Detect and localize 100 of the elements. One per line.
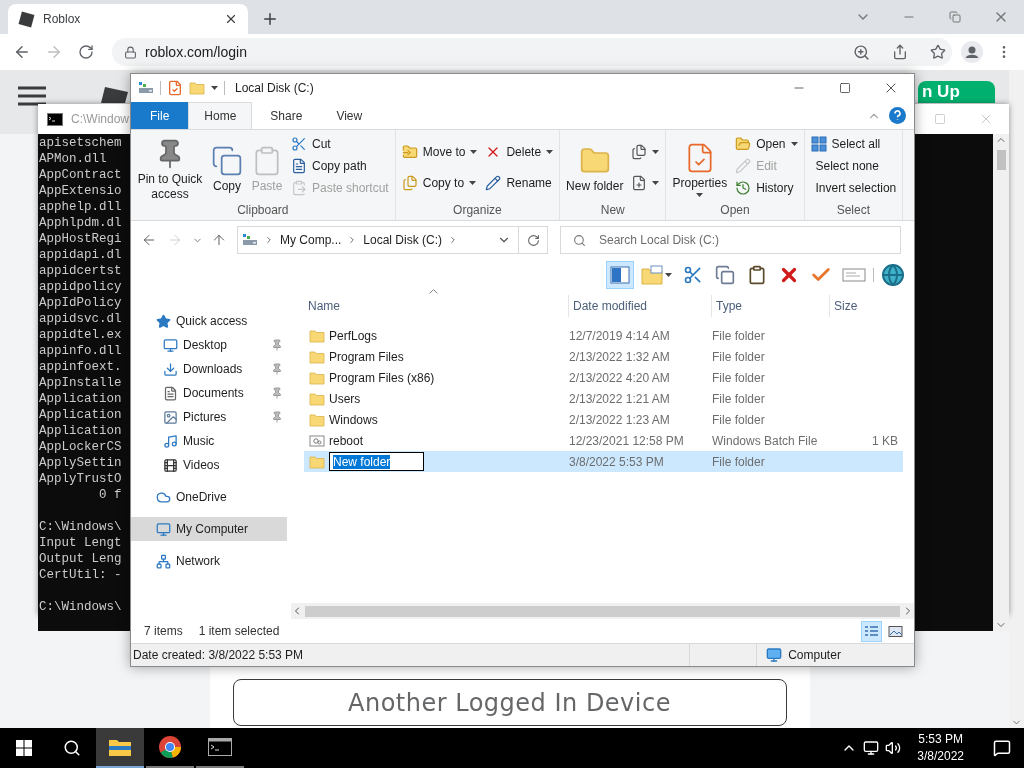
date-cell-text: 12/23/2021 12:58 PM (568, 433, 685, 448)
date-cell-text: 2/13/2022 4:20 AM (568, 370, 671, 385)
ribbon-button[interactable]: Rename (482, 171, 557, 194)
date-cell-text: 3/8/2022 5:53 PM (568, 454, 665, 469)
notifications-icon (993, 739, 1011, 757)
search-field[interactable]: Search Local Disk (C:) (560, 226, 901, 254)
forward-icon (45, 43, 63, 61)
ribbon-tab[interactable]: File (131, 102, 189, 129)
column-header[interactable]: Type (711, 295, 829, 317)
column-header[interactable]: Date modified (568, 295, 711, 317)
check-document-icon (167, 80, 183, 96)
clock[interactable]: 5:53 PM 3/8/2022 (907, 731, 974, 765)
document-icon (163, 385, 178, 401)
column-header[interactable]: Size (829, 295, 904, 317)
folder-icon (309, 369, 325, 386)
selection-info: 1 item selected (198, 624, 280, 638)
console-line: appidsvc.dl (39, 311, 122, 327)
file-row[interactable]: Program Files 2/13/2022 1:32 AM File folder (304, 346, 903, 367)
device-login-button[interactable]: Another Logged In Device (232, 679, 787, 726)
taskbar-app[interactable] (96, 728, 144, 768)
nav-item[interactable]: OneDrive (131, 485, 287, 509)
folder-icon (309, 390, 325, 407)
nav-item[interactable]: Quick access (131, 309, 287, 333)
ribbon-button[interactable]: Copy to (398, 171, 481, 194)
folder-icon (309, 327, 325, 344)
nav-item[interactable]: Videos (131, 453, 287, 477)
window-title: Local Disk (C:) (235, 81, 314, 95)
console-line: AppInstalle (39, 375, 122, 391)
group-label: Organize (452, 202, 503, 219)
ribbon-button[interactable]: Select all (807, 133, 900, 155)
console-line: apphelp.dll (39, 199, 122, 215)
maximize-icon (839, 82, 851, 94)
type-cell-text: Windows Batch File (711, 433, 819, 448)
ribbon-button[interactable]: New folder (563, 141, 627, 194)
search-icon (573, 234, 586, 247)
sort-icon (429, 289, 438, 294)
file-row[interactable]: New folder 3/8/2022 5:53 PM File folder (304, 451, 903, 472)
console-line: AppExtensio (39, 183, 122, 199)
type-cell-text: File folder (711, 454, 766, 469)
breadcrumb[interactable]: My Comp... (280, 233, 342, 247)
picture-icon (163, 409, 178, 425)
document-icon (291, 158, 307, 174)
vertical-scrollbar[interactable] (993, 134, 1009, 631)
plus-icon (261, 10, 279, 28)
date-cell-text: 2/13/2022 1:23 AM (568, 412, 671, 427)
ribbon-button[interactable]: Invert selection (807, 177, 900, 199)
ribbon-button[interactable]: Copy (208, 141, 246, 194)
view-button[interactable] (861, 620, 882, 642)
rename-field[interactable]: New folder (329, 452, 424, 471)
browser-tab[interactable]: Roblox (8, 4, 248, 34)
date-cell-text: 2/13/2022 1:21 AM (568, 391, 671, 406)
file-row[interactable]: PerfLogs 12/7/2019 4:14 AM File folder (304, 325, 903, 346)
roblox-logo-icon (18, 11, 35, 27)
horizontal-scrollbar[interactable] (291, 603, 914, 619)
file-row[interactable]: Users 2/13/2022 1:21 AM File folder (304, 388, 903, 409)
ribbon-button[interactable]: History (732, 177, 801, 199)
folder-icon (309, 453, 325, 470)
ribbon-button[interactable]: Delete (482, 141, 557, 164)
ribbon-button[interactable]: Properties (669, 138, 731, 197)
toolbar-button[interactable] (606, 261, 634, 289)
nav-item[interactable]: Desktop (131, 333, 287, 357)
address-bar[interactable]: My Comp... Local Disk (C:) (237, 226, 548, 254)
folder-icon (189, 80, 205, 96)
console-line: appidcertst (39, 263, 122, 279)
volume-icon (885, 740, 902, 756)
drive-icon (138, 81, 154, 95)
nav-item[interactable]: Pictures (131, 405, 287, 429)
file-row[interactable]: Windows 2/13/2022 1:23 AM File folder (304, 409, 903, 430)
page-scrollbar[interactable] (1009, 70, 1024, 728)
up-icon (211, 232, 227, 248)
scissors-icon (683, 265, 703, 285)
ribbon-button[interactable]: Open (732, 133, 801, 155)
share-icon (892, 44, 908, 60)
file-row[interactable]: Program Files (x86) 2/13/2022 4:20 AM File folder (304, 367, 903, 388)
group-label: Select (835, 202, 872, 219)
group-label: Clipboard (236, 202, 290, 219)
folder-icon (309, 411, 325, 428)
ribbon-button[interactable]: Pin to Quick access (134, 133, 206, 202)
url-field[interactable]: roblox.com/login (112, 38, 952, 66)
ribbon-button[interactable]: Cut (288, 133, 392, 155)
file-row[interactable]: reboot 12/23/2021 12:58 PM Windows Batch File 1 KB (304, 430, 903, 451)
size-cell-text: 1 KB (871, 433, 899, 448)
column-header[interactable]: Name (304, 295, 568, 317)
ribbon-button[interactable]: Select none (807, 155, 900, 177)
console-line: Apphlpdm.dl (39, 215, 122, 231)
nav-item[interactable]: Network (131, 549, 287, 573)
ribbon-button[interactable]: Copy path (288, 155, 392, 177)
breadcrumb[interactable]: Local Disk (C:) (363, 233, 443, 247)
nav-item[interactable]: Downloads (131, 357, 287, 381)
item-count: 7 items (144, 624, 183, 638)
scrollbar-thumb[interactable] (996, 150, 1006, 170)
preview-pane-icon (610, 266, 630, 284)
profile-button[interactable] (958, 38, 986, 66)
ribbon-button[interactable]: Move to (398, 141, 481, 164)
nav-item[interactable]: My Computer (131, 517, 287, 541)
ribbon-tab[interactable]: Home (188, 102, 253, 129)
nav-item[interactable]: Music (131, 429, 287, 453)
nav-item[interactable]: Documents (131, 381, 287, 405)
pencil-icon (485, 174, 502, 191)
console-line: appidapi.dl (39, 247, 122, 263)
